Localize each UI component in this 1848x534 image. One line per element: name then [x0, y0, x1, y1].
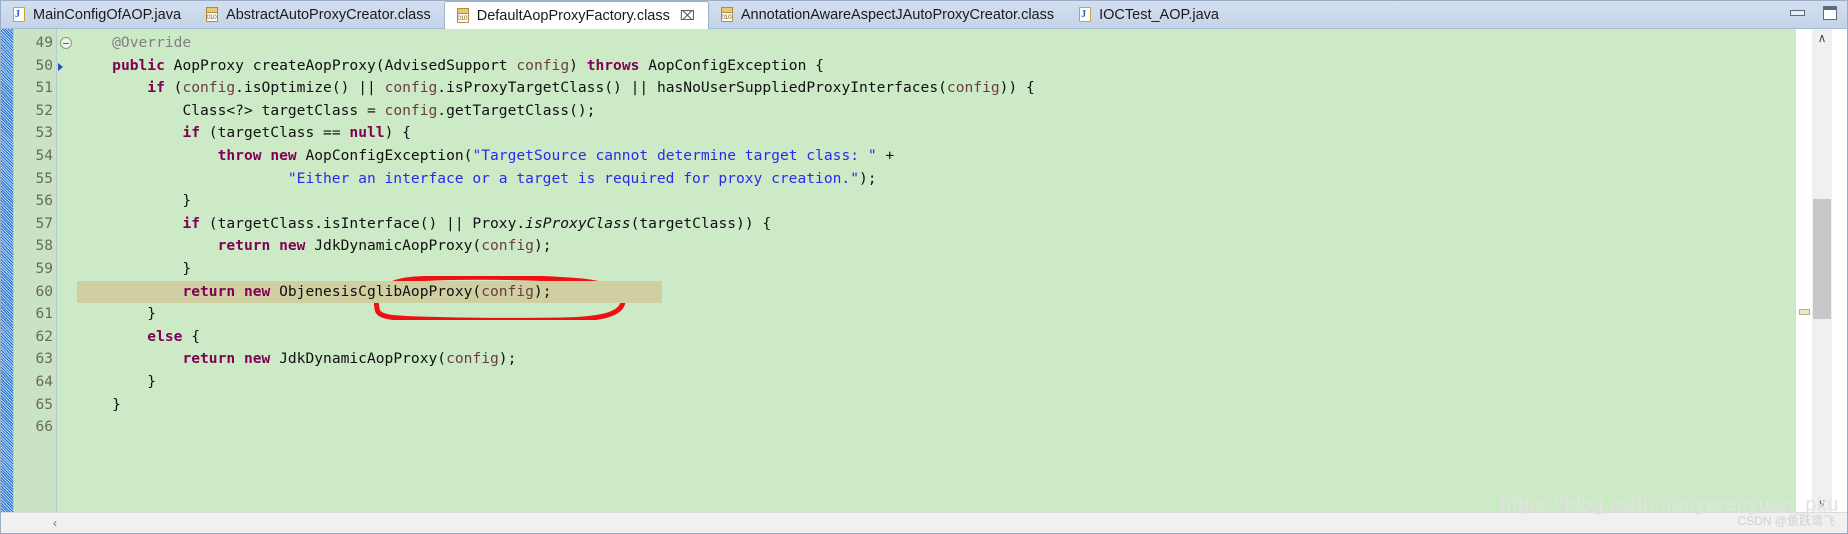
code-line[interactable]: }	[77, 258, 1795, 281]
folding-ruler[interactable]	[57, 29, 75, 512]
overview-ruler[interactable]	[1795, 29, 1812, 512]
line-number: 66	[35, 419, 53, 436]
eclipse-editor-window: J MainConfigOfAOP.java 010 AbstractAutoP…	[0, 0, 1848, 534]
code-line[interactable]: }	[77, 190, 1795, 213]
editor-tab-label: DefaultAopProxyFactory.class	[476, 7, 670, 24]
editor-tab-annotationawareaspectjautoproxycreator[interactable]: 010 AnnotationAwareAspectJAutoProxyCreat…	[709, 1, 1067, 28]
line-number: 51	[35, 80, 53, 97]
line-number: 55	[35, 170, 53, 187]
code-line[interactable]: throw new AopConfigException("TargetSour…	[77, 145, 1795, 168]
class-file-icon: 010	[456, 7, 471, 24]
java-file-icon: J	[1078, 6, 1093, 23]
editor-tab-abstractautoproxycreator[interactable]: 010 AbstractAutoProxyCreator.class	[194, 1, 444, 28]
editor-body: 49 50 51 52 53 54 55 56 57 58 59 60 61 62 63 64 65 66 @Ov…	[1, 29, 1847, 512]
scroll-up-icon[interactable]: ∧	[1812, 29, 1832, 47]
editor-tab-ioctest-aop[interactable]: J IOCTest_AOP.java	[1067, 1, 1232, 28]
line-number: 64	[35, 374, 53, 390]
code-line[interactable]: public AopProxy createAopProxy(AdvisedSu…	[77, 55, 1795, 78]
java-file-icon: J	[12, 6, 27, 23]
line-number: 53	[35, 125, 53, 142]
vertical-scroll-column: ∧ ∨	[1795, 29, 1847, 512]
code-line[interactable]: return new ObjenesisCglibAopProxy(config…	[77, 280, 662, 304]
line-number: 54	[35, 148, 53, 164]
scroll-down-icon[interactable]: ∨	[1812, 494, 1832, 512]
line-number: 56	[35, 193, 53, 210]
line-number: 50	[35, 57, 53, 74]
editor-tab-label: MainConfigOfAOP.java	[33, 6, 182, 23]
code-line[interactable]: else {	[77, 326, 1795, 349]
vertical-scroll-thumb[interactable]	[1813, 199, 1831, 319]
code-line[interactable]: "Either an interface or a target is requ…	[77, 168, 1795, 191]
line-number: 52	[35, 102, 53, 119]
code-line[interactable]: @Override	[77, 32, 1795, 55]
horizontal-scrollbar[interactable]: ‹	[1, 512, 1847, 533]
vertical-scrollbar[interactable]: ∧ ∨	[1812, 29, 1832, 512]
close-icon[interactable]: ⌧	[680, 9, 695, 22]
current-line-marker-icon	[58, 61, 67, 71]
class-file-icon: 010	[205, 6, 220, 23]
code-line[interactable]: Class<?> targetClass = config.getTargetC…	[77, 100, 1795, 123]
code-line[interactable]	[77, 416, 1795, 439]
code-line[interactable]: return new JdkDynamicAopProxy(config);	[77, 235, 1795, 258]
line-number-gutter: 49 50 51 52 53 54 55 56 57 58 59 60 61 62 63 64 65 66	[14, 29, 57, 512]
line-number: 49	[35, 35, 53, 51]
code-line[interactable]: }	[77, 303, 1795, 326]
line-number: 59	[35, 261, 53, 277]
code-line[interactable]: if (targetClass.isInterface() || Proxy.i…	[77, 213, 1795, 236]
maximize-icon[interactable]	[1821, 5, 1839, 21]
code-line[interactable]: }	[77, 371, 1795, 394]
code-line[interactable]: if (config.isOptimize() || config.isProx…	[77, 77, 1795, 100]
editor-tab-bar: J MainConfigOfAOP.java 010 AbstractAutoP…	[1, 1, 1847, 29]
editor-tab-defaultaopproxyfactory[interactable]: 010 DefaultAopProxyFactory.class ⌧	[443, 1, 709, 29]
editor-tab-label: IOCTest_AOP.java	[1099, 6, 1219, 23]
code-line[interactable]: }	[77, 394, 1795, 417]
window-controls	[1789, 5, 1839, 21]
line-number: 60	[35, 283, 53, 300]
line-number: 65	[35, 396, 53, 413]
line-number: 62	[35, 328, 53, 345]
code-area[interactable]: @Override public AopProxy createAopProxy…	[75, 29, 1795, 512]
scroll-left-icon[interactable]: ‹	[45, 513, 65, 533]
editor-tab-mainconfigofaop[interactable]: J MainConfigOfAOP.java	[1, 1, 194, 28]
code-line[interactable]: if (targetClass == null) {	[77, 122, 1795, 145]
editor-tab-label: AnnotationAwareAspectJAutoProxyCreator.c…	[740, 6, 1055, 23]
line-number: 58	[35, 238, 53, 255]
class-file-icon: 010	[720, 6, 735, 23]
minimize-icon[interactable]	[1789, 5, 1807, 21]
code-line[interactable]: return new JdkDynamicAopProxy(config);	[77, 348, 1795, 371]
line-number: 63	[35, 351, 53, 368]
editor-tab-label: AbstractAutoProxyCreator.class	[226, 6, 431, 23]
overview-marker[interactable]	[1799, 309, 1810, 315]
fold-collapse-icon[interactable]	[60, 37, 72, 49]
annotation-ruler[interactable]	[1, 29, 14, 512]
line-number: 61	[35, 306, 53, 323]
line-number: 57	[35, 215, 53, 232]
